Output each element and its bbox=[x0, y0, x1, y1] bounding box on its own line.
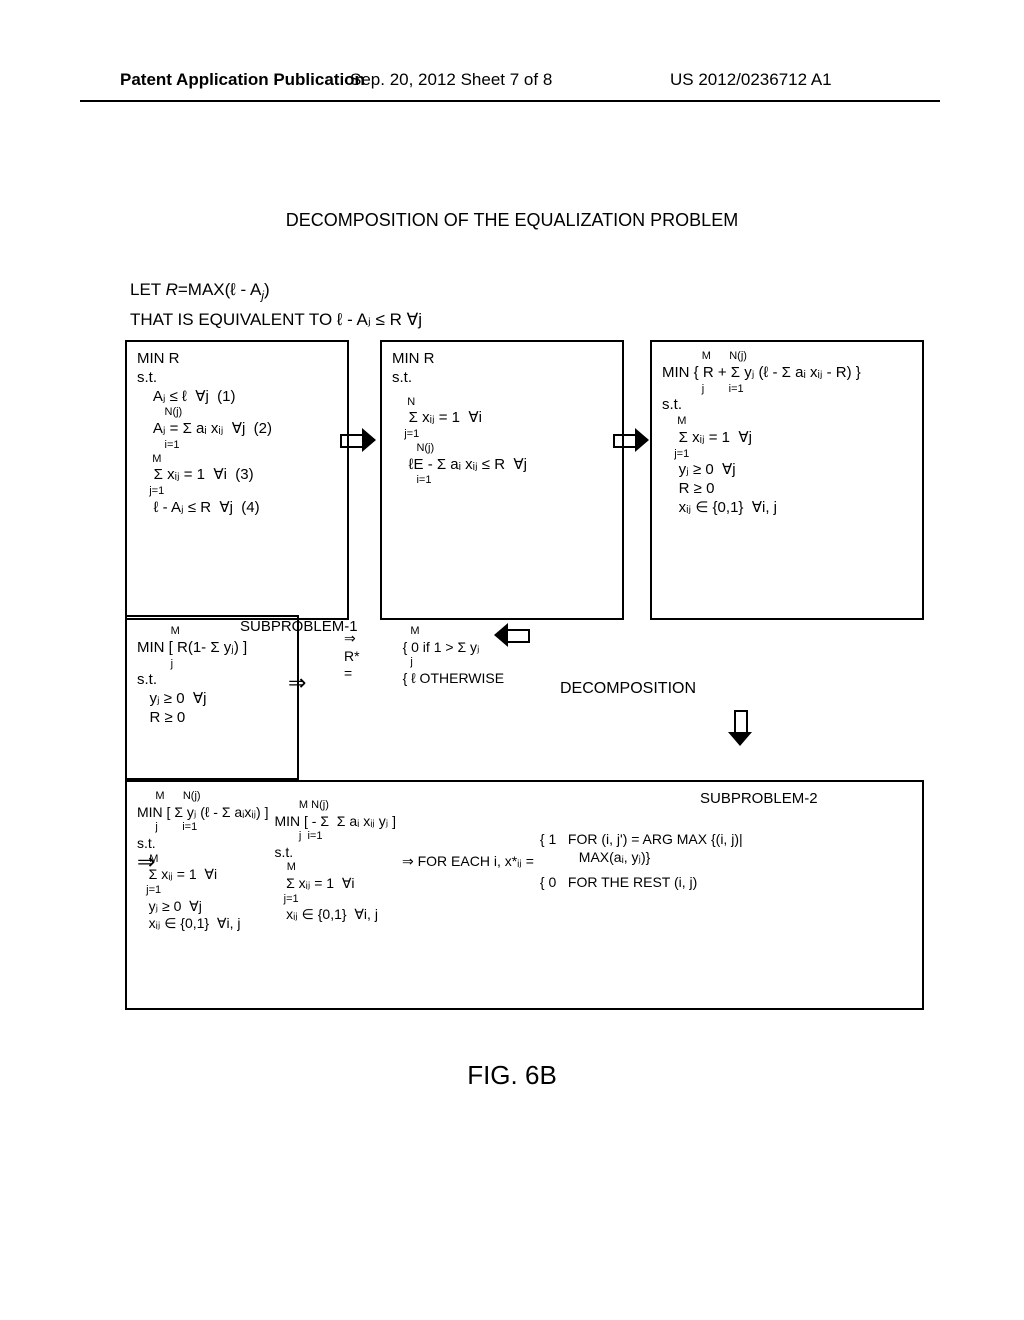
eq-text: MAX(aᵢ, yⱼ)} bbox=[540, 849, 743, 867]
eq-text: N bbox=[392, 396, 612, 410]
eq-text: Σ xᵢⱼ = 1 ∀i bbox=[137, 866, 268, 884]
eq-text: N(j) bbox=[392, 442, 612, 456]
eq-text: j=1 bbox=[392, 428, 612, 442]
eq-text: s.t. bbox=[137, 671, 287, 690]
eq-text: Σ xᵢⱼ = 1 ∀i bbox=[392, 409, 612, 428]
decomposition-label: DECOMPOSITION bbox=[560, 680, 696, 698]
eq-text: M N(j) bbox=[274, 799, 396, 813]
eq-text: i=1 bbox=[137, 439, 337, 453]
figure-caption: FIG. 6B bbox=[0, 1060, 1024, 1091]
figure-title: DECOMPOSITION OF THE EQUALIZATION PROBLE… bbox=[0, 210, 1024, 231]
subproblem-2-box: M N(j) MIN [ Σ yⱼ (ℓ - Σ aᵢxᵢⱼ) ] j i=1 … bbox=[125, 780, 924, 1010]
eq-text: Σ xᵢⱼ = 1 ∀j bbox=[662, 429, 912, 448]
eq-text: MIN R bbox=[392, 350, 612, 369]
eq-text: M N(j) bbox=[662, 350, 912, 364]
implies-icon: ⇒ bbox=[288, 670, 306, 696]
eq-text: j=1 bbox=[662, 448, 912, 462]
eq-text: s.t. bbox=[662, 396, 912, 415]
eq-text: M bbox=[368, 625, 505, 639]
eq-text: M bbox=[137, 625, 287, 639]
eq-text: M bbox=[662, 415, 912, 429]
sub2-col-1: M N(j) MIN [ Σ yⱼ (ℓ - Σ aᵢxᵢⱼ) ] j i=1 … bbox=[137, 790, 268, 933]
formulation-box-1: MIN R s.t. Aⱼ ≤ ℓ ∀j (1) N(j) Aⱼ = Σ aᵢ … bbox=[125, 340, 349, 620]
eq-text: s.t. bbox=[137, 369, 337, 388]
eq-text: ⇒ FOR EACH i, x*ᵢⱼ = bbox=[402, 853, 534, 871]
eq-text: ℓ - Aⱼ ≤ R ∀j (4) bbox=[137, 499, 337, 518]
eq-text: yⱼ ≥ 0 ∀j bbox=[662, 461, 912, 480]
eq-text: ⇒ R* = bbox=[340, 628, 364, 685]
eq-text: MIN { R + Σ yⱼ (ℓ - Σ aᵢ xᵢⱼ - R) } bbox=[662, 364, 912, 383]
eq-text: MIN [ R(1- Σ yⱼ) ] bbox=[137, 639, 287, 658]
sub2-col-2: M N(j) MIN [ - Σ Σ aᵢ xᵢⱼ yⱼ ] j i=1 s.t… bbox=[274, 799, 396, 924]
eq-text: MIN R bbox=[137, 350, 337, 369]
definition-line-1: LET R=MAX(ℓ - Aj) bbox=[130, 280, 270, 302]
eq-text: { 0 FOR THE REST (i, j) bbox=[540, 874, 743, 892]
eq-text: s.t. bbox=[137, 835, 268, 853]
definition-line-2: THAT IS EQUIVALENT TO ℓ - Aⱼ ≤ R ∀j bbox=[130, 310, 422, 330]
eq-text: j=1 bbox=[274, 893, 396, 907]
eq-text: Aⱼ ≤ ℓ ∀j (1) bbox=[137, 388, 337, 407]
spacer bbox=[540, 866, 743, 874]
eq-text: Σ xᵢⱼ = 1 ∀i bbox=[274, 875, 396, 893]
formulation-box-3: M N(j) MIN { R + Σ yⱼ (ℓ - Σ aᵢ xᵢⱼ - R)… bbox=[650, 340, 924, 620]
eq-text: i=1 bbox=[392, 474, 612, 488]
arrow-right-icon bbox=[340, 430, 370, 448]
eq-text: M N(j) bbox=[137, 790, 268, 804]
eq-text: j i=1 bbox=[662, 383, 912, 397]
implies-icon: ⇒ bbox=[137, 848, 155, 876]
spacer bbox=[392, 388, 612, 396]
eq-text: yⱼ ≥ 0 ∀j bbox=[137, 690, 287, 709]
eq-text: yⱼ ≥ 0 ∀j bbox=[137, 898, 268, 916]
header-rule bbox=[80, 100, 940, 102]
eq-text: j i=1 bbox=[274, 830, 396, 844]
eq-text: xᵢⱼ ∈ {0,1} ∀i, j bbox=[137, 915, 268, 933]
eq-text: j i=1 bbox=[137, 821, 268, 835]
eq-text: R ≥ 0 bbox=[662, 480, 912, 499]
eq-text: { 0 if 1 > Σ yⱼ bbox=[368, 639, 505, 657]
eq-text: xᵢⱼ ∈ {0,1} ∀i, j bbox=[274, 906, 396, 924]
eq-text: j bbox=[368, 656, 505, 670]
eq-text: Aⱼ = Σ aᵢ xᵢⱼ ∀j (2) bbox=[137, 420, 337, 439]
subproblem-1-left: M MIN [ R(1- Σ yⱼ) ] j s.t. yⱼ ≥ 0 ∀j R … bbox=[125, 615, 299, 780]
eq-text: MIN [ - Σ Σ aᵢ xᵢⱼ yⱼ ] bbox=[274, 813, 396, 831]
eq-text: { ℓ OTHERWISE bbox=[368, 670, 505, 688]
eq-text: R ≥ 0 bbox=[137, 709, 287, 728]
eq-text: xᵢⱼ ∈ {0,1} ∀i, j bbox=[662, 499, 912, 518]
eq-text: s.t. bbox=[392, 369, 612, 388]
header-center: Sep. 20, 2012 Sheet 7 of 8 bbox=[350, 70, 552, 90]
eq-text: M bbox=[137, 453, 337, 467]
arrow-right-icon bbox=[613, 430, 643, 448]
eq-text: ℓE - Σ aᵢ xᵢⱼ ≤ R ∀j bbox=[392, 456, 612, 475]
formulation-box-2: MIN R s.t. N Σ xᵢⱼ = 1 ∀i j=1 N(j) ℓE - … bbox=[380, 340, 624, 620]
header-right: US 2012/0236712 A1 bbox=[670, 70, 832, 90]
eq-text: { 1 FOR (i, j') = ARG MAX {(i, j)| bbox=[540, 831, 743, 849]
subproblem-1-right: ⇒ R* = M { 0 if 1 > Σ yⱼ j { ℓ OTHERWISE bbox=[330, 615, 500, 726]
eq-text: N(j) bbox=[137, 406, 337, 420]
header-left: Patent Application Publication bbox=[120, 70, 365, 90]
arrow-down-icon bbox=[730, 710, 748, 744]
eq-text: j=1 bbox=[137, 884, 268, 898]
eq-text: MIN [ Σ yⱼ (ℓ - Σ aᵢxᵢⱼ) ] bbox=[137, 804, 268, 822]
sub2-col-3: ⇒ FOR EACH i, x*ᵢⱼ = { 1 FOR (i, j') = A… bbox=[402, 831, 743, 892]
eq-text: j=1 bbox=[137, 485, 337, 499]
eq-text: M bbox=[137, 853, 268, 867]
eq-text: Σ xᵢⱼ = 1 ∀i (3) bbox=[137, 466, 337, 485]
eq-text: s.t. bbox=[274, 844, 396, 862]
eq-text: j bbox=[137, 658, 287, 672]
eq-text: M bbox=[274, 861, 396, 875]
